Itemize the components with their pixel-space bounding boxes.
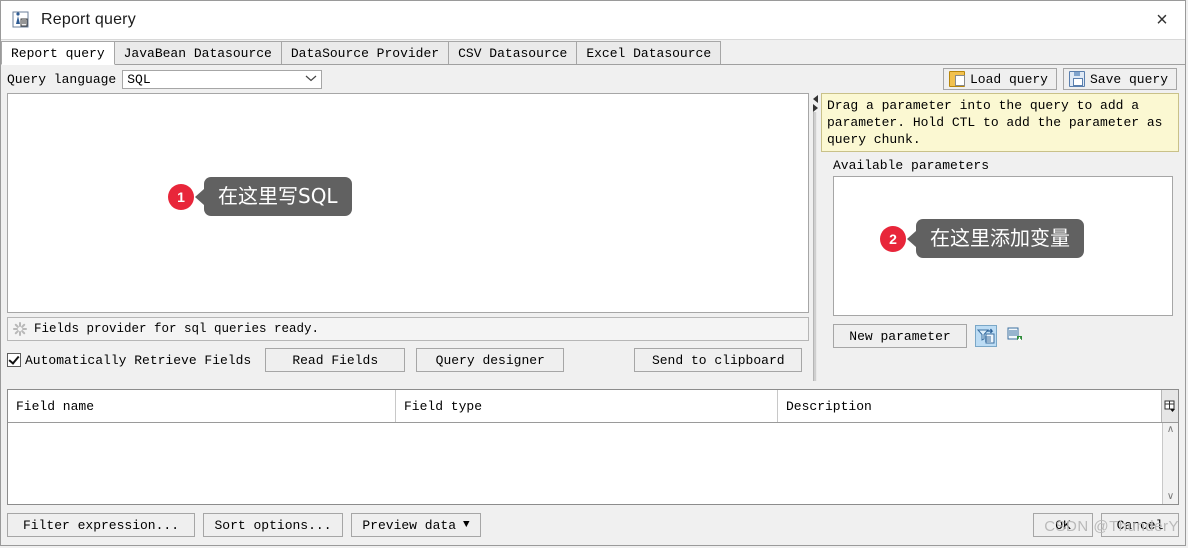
column-header-field-name[interactable]: Field name bbox=[8, 390, 396, 422]
auto-retrieve-fields-label: Automatically Retrieve Fields bbox=[25, 352, 252, 368]
report-query-window: Report query × Report query JavaBean Dat… bbox=[0, 0, 1186, 546]
status-text: Fields provider for sql queries ready. bbox=[34, 322, 320, 336]
callout-1-badge: 1 bbox=[168, 183, 194, 210]
ok-button[interactable]: OK bbox=[1033, 513, 1093, 537]
table-config-icon[interactable] bbox=[1161, 390, 1178, 422]
query-language-select[interactable]: SQL bbox=[122, 69, 323, 89]
auto-retrieve-fields-checkbox[interactable]: Automatically Retrieve Fields bbox=[7, 353, 251, 368]
callout-1: 1 在这里写SQL bbox=[168, 177, 352, 216]
fields-table: Field name Field type Description ∧ ∨ bbox=[7, 389, 1179, 505]
cancel-button[interactable]: Cancel bbox=[1101, 513, 1179, 537]
column-header-description[interactable]: Description bbox=[778, 390, 1161, 422]
tab-report-query[interactable]: Report query bbox=[1, 41, 115, 65]
dialog-buttons: OK Cancel bbox=[1033, 513, 1179, 537]
save-query-button[interactable]: Save query bbox=[1062, 68, 1177, 90]
query-language-label: Query language bbox=[7, 71, 117, 87]
tab-javabean-datasource[interactable]: JavaBean Datasource bbox=[113, 41, 282, 64]
split-pane-divider[interactable] bbox=[811, 93, 819, 381]
callout-2: 2 在这里添加变量 bbox=[880, 219, 1084, 258]
new-parameter-button[interactable]: New parameter bbox=[833, 324, 967, 348]
preview-data-button[interactable]: Preview data ▼ bbox=[351, 513, 481, 537]
tab-csv-datasource[interactable]: CSV Datasource bbox=[448, 41, 578, 64]
collapse-left-icon[interactable] bbox=[812, 95, 818, 103]
close-icon[interactable]: × bbox=[1139, 2, 1185, 39]
available-parameters-label: Available parameters bbox=[833, 158, 990, 173]
parameter-button-row: New parameter bbox=[833, 324, 1179, 348]
divider-bar bbox=[813, 112, 817, 381]
send-to-clipboard-button[interactable]: Send to clipboard bbox=[634, 348, 803, 372]
scroll-down-icon[interactable]: ∨ bbox=[1167, 492, 1174, 502]
split-collapse-arrows[interactable] bbox=[812, 95, 818, 112]
query-io-buttons: Load query Save query bbox=[942, 68, 1179, 90]
folder-open-icon bbox=[948, 71, 965, 87]
preview-data-label: Preview data bbox=[362, 517, 456, 533]
tab-datasource-provider[interactable]: DataSource Provider bbox=[280, 41, 450, 64]
scroll-up-icon[interactable]: ∧ bbox=[1167, 425, 1174, 435]
query-language-value: SQL bbox=[127, 71, 151, 87]
query-designer-button[interactable]: Query designer bbox=[416, 348, 565, 372]
loading-spinner-icon bbox=[12, 321, 28, 337]
filter-expression-button[interactable]: Filter expression... bbox=[7, 513, 195, 537]
sort-options-button[interactable]: Sort options... bbox=[203, 513, 343, 537]
callout-2-badge: 2 bbox=[880, 225, 906, 252]
parameter-hint: Drag a parameter into the query to add a… bbox=[821, 93, 1179, 152]
fields-table-rows[interactable] bbox=[8, 423, 1162, 504]
fields-table-header: Field name Field type Description bbox=[8, 390, 1178, 423]
datasource-tabs: Report query JavaBean Datasource DataSou… bbox=[1, 40, 1185, 65]
fields-table-scrollbar[interactable]: ∧ ∨ bbox=[1162, 423, 1178, 504]
read-fields-button[interactable]: Read Fields bbox=[265, 348, 406, 372]
page-title: Report query bbox=[41, 11, 136, 28]
fields-table-body: ∧ ∨ bbox=[8, 423, 1178, 504]
filter-parameter-icon[interactable] bbox=[975, 325, 997, 347]
load-query-label: Load query bbox=[969, 71, 1048, 87]
tab-excel-datasource[interactable]: Excel Datasource bbox=[576, 41, 722, 64]
query-language-row: Query language SQL Load query Save query bbox=[1, 65, 1185, 93]
column-header-field-type[interactable]: Field type bbox=[396, 390, 778, 422]
import-parameter-icon[interactable] bbox=[1005, 325, 1027, 347]
floppy-disk-icon bbox=[1068, 71, 1085, 87]
chevron-down-icon bbox=[301, 74, 321, 85]
left-button-row: Automatically Retrieve Fields Read Field… bbox=[7, 348, 809, 372]
main-split: 1 在这里写SQL Fields provider for sql querie… bbox=[1, 93, 1185, 381]
checkbox-box bbox=[7, 353, 21, 367]
report-query-icon bbox=[11, 10, 31, 30]
fields-provider-status: Fields provider for sql queries ready. bbox=[7, 317, 809, 341]
callout-2-bubble: 在这里添加变量 bbox=[907, 219, 1084, 258]
caret-down-icon: ▼ bbox=[463, 519, 470, 531]
parameters-pane: Drag a parameter into the query to add a… bbox=[821, 93, 1179, 381]
available-parameters-list[interactable]: 2 在这里添加变量 bbox=[833, 176, 1173, 316]
bottom-bar: Filter expression... Sort options... Pre… bbox=[1, 505, 1185, 545]
collapse-right-icon[interactable] bbox=[812, 104, 818, 112]
title-bar: Report query × bbox=[1, 1, 1185, 40]
sql-editor[interactable]: 1 在这里写SQL bbox=[7, 93, 809, 313]
save-query-label: Save query bbox=[1089, 71, 1168, 87]
load-query-button[interactable]: Load query bbox=[942, 68, 1057, 90]
callout-1-bubble: 在这里写SQL bbox=[195, 177, 352, 216]
query-pane: 1 在这里写SQL Fields provider for sql querie… bbox=[7, 93, 809, 381]
